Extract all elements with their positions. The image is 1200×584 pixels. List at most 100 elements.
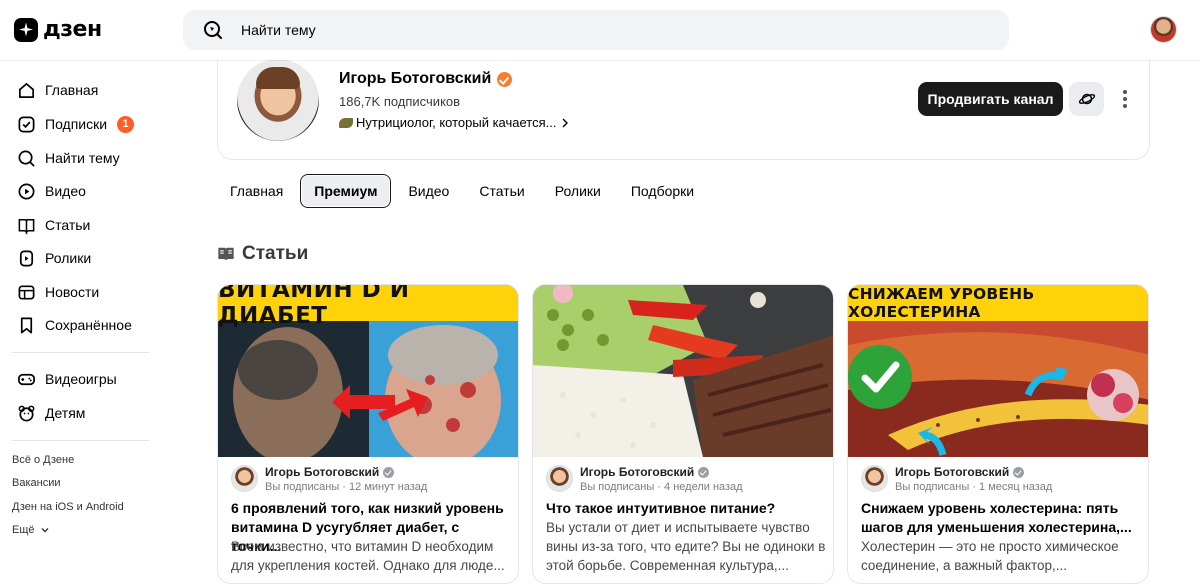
author-avatar xyxy=(861,465,888,492)
tab-articles[interactable]: Статьи xyxy=(466,174,537,208)
sidebar-item-subscriptions[interactable]: Подписки 1 xyxy=(17,112,135,136)
article-meta: Вы подписаны · 1 месяц назад xyxy=(895,481,1053,493)
sidebar-item-saved[interactable]: Сохранённое xyxy=(17,313,132,337)
footer-more-label: Ещё xyxy=(12,524,35,536)
sidebar-item-label: Видео xyxy=(45,183,86,199)
search-input[interactable]: Найти тему xyxy=(183,10,1009,50)
sidebar-item-label: Сохранённое xyxy=(45,317,132,333)
channel-tabs: Главная Премиум Видео Статьи Ролики Подб… xyxy=(217,174,711,208)
footer-link-about[interactable]: Всё о Дзене xyxy=(12,454,74,466)
author-name: Игорь Ботоговский xyxy=(265,465,427,479)
verified-icon xyxy=(497,71,513,87)
logo-text: дзен xyxy=(43,17,102,42)
user-avatar[interactable] xyxy=(1150,16,1177,43)
footer-link-jobs[interactable]: Вакансии xyxy=(12,477,61,489)
sidebar-item-video[interactable]: Видео xyxy=(17,179,86,203)
chevron-down-icon xyxy=(41,528,49,533)
article-snippet: Вы устали от диет и испытываете чувство … xyxy=(546,520,826,573)
dot-icon xyxy=(1123,104,1127,108)
article-thumbnail: СНИЖАЕМ УРОВЕНЬ ХОЛЕСТЕРИНА xyxy=(848,285,1148,457)
top-bar: дзен Найти тему xyxy=(0,0,1200,60)
sidebar-item-shorts[interactable]: Ролики xyxy=(17,246,91,270)
section-title: Статьи xyxy=(217,243,308,265)
promote-channel-button[interactable]: Продвигать канал xyxy=(918,82,1063,116)
channel-description[interactable]: Нутрициолог, который качается... xyxy=(339,115,570,130)
channel-name[interactable]: Игорь Ботоговский xyxy=(339,70,513,88)
author-row[interactable]: Игорь Ботоговский Вы подписаны · 1 месяц… xyxy=(861,465,1052,493)
sidebar: Главная Подписки 1 Найти тему Видео Стат… xyxy=(0,60,165,578)
news-icon xyxy=(18,284,35,300)
tab-premium[interactable]: Премиум xyxy=(300,174,392,208)
channel-avatar[interactable] xyxy=(237,59,319,141)
channel-description-text: Нутрициолог, который качается... xyxy=(356,115,557,130)
verified-icon xyxy=(698,466,710,478)
channel-subscribers: 186,7K подписчиков xyxy=(339,94,461,109)
sidebar-item-label: Видеоигры xyxy=(45,371,117,387)
more-options-button[interactable] xyxy=(1116,88,1134,110)
dot-icon xyxy=(1123,97,1127,101)
article-title[interactable]: Что такое интуитивное питание? xyxy=(546,499,826,518)
food-plate-image xyxy=(533,285,833,457)
article-thumbnail xyxy=(533,285,833,457)
dzen-logo-icon xyxy=(14,17,38,42)
kids-icon xyxy=(18,405,35,421)
sidebar-item-label: Новости xyxy=(45,284,100,300)
channel-name-text: Игорь Ботоговский xyxy=(339,70,492,87)
articles-icon xyxy=(218,247,234,261)
tab-home[interactable]: Главная xyxy=(217,174,296,208)
author-row[interactable]: Игорь Ботоговский Вы подписаны · 12 мину… xyxy=(231,465,427,493)
search-icon xyxy=(204,21,222,39)
notification-badge: 1 xyxy=(117,115,135,133)
sidebar-divider xyxy=(12,440,149,441)
sidebar-item-label: Найти тему xyxy=(45,150,120,166)
author-name: Игорь Ботоговский xyxy=(580,465,743,479)
sidebar-item-find-topic[interactable]: Найти тему xyxy=(17,146,120,170)
article-card[interactable]: Игорь Ботоговский Вы подписаны · 4 недел… xyxy=(532,284,834,584)
author-avatar xyxy=(546,465,573,492)
subscriptions-icon xyxy=(18,116,35,132)
author-name: Игорь Ботоговский xyxy=(895,465,1052,479)
sidebar-item-kids[interactable]: Детям xyxy=(17,401,85,425)
thumbnail-caption: ВИТАМИН D И ДИАБЕТ xyxy=(218,285,518,329)
author-avatar xyxy=(231,465,258,492)
article-snippet: Всем известно, что витамин D необходим д… xyxy=(231,539,505,573)
dot-icon xyxy=(1123,90,1127,94)
tab-video[interactable]: Видео xyxy=(395,174,462,208)
sidebar-divider xyxy=(12,352,149,353)
articles-icon xyxy=(18,218,35,235)
footer-more-button[interactable]: Ещё xyxy=(12,524,50,536)
sidebar-item-label: Ролики xyxy=(45,250,92,266)
author-row[interactable]: Игорь Ботоговский Вы подписаны · 4 недел… xyxy=(546,465,743,493)
article-card[interactable]: СНИЖАЕМ УРОВЕНЬ ХОЛЕСТЕРИНА Игорь Ботого… xyxy=(847,284,1149,584)
chevron-right-icon xyxy=(562,118,568,127)
article-thumbnail: ВИТАМИН D И ДИАБЕТ xyxy=(218,285,518,457)
dzen-logo[interactable]: дзен xyxy=(14,17,102,42)
footer-link-apps[interactable]: Дзен на iOS и Android xyxy=(12,501,124,513)
planet-button[interactable] xyxy=(1069,82,1104,116)
sidebar-item-home[interactable]: Главная xyxy=(17,78,98,102)
leaf-emoji-icon xyxy=(339,117,353,128)
sidebar-item-articles[interactable]: Статьи xyxy=(17,213,90,237)
sidebar-item-label: Статьи xyxy=(45,217,91,233)
article-meta: Вы подписаны · 4 недели назад xyxy=(580,481,743,493)
search-placeholder: Найти тему xyxy=(241,22,316,38)
verified-icon xyxy=(383,466,395,478)
sidebar-item-news[interactable]: Новости xyxy=(17,280,99,304)
verified-icon xyxy=(1013,466,1025,478)
home-icon xyxy=(18,82,35,98)
article-card[interactable]: ВИТАМИН D И ДИАБЕТ Игорь Ботоговский Вы … xyxy=(217,284,519,584)
author-name-text: Игорь Ботоговский xyxy=(265,465,380,479)
sidebar-item-videogames[interactable]: Видеоигры xyxy=(17,367,117,391)
tab-collections[interactable]: Подборки xyxy=(618,174,707,208)
article-snippet: Холестерин — это не просто химическое со… xyxy=(861,539,1119,573)
planet-icon xyxy=(1078,93,1095,105)
search-icon xyxy=(18,150,35,166)
article-title[interactable]: Снижаем уровень холестерина: пять шагов … xyxy=(861,499,1141,537)
gamepad-icon xyxy=(18,373,35,385)
bookmark-icon xyxy=(20,317,33,333)
video-icon xyxy=(18,183,35,199)
article-meta: Вы подписаны · 12 минут назад xyxy=(265,481,428,493)
shorts-icon xyxy=(19,250,34,266)
tab-shorts[interactable]: Ролики xyxy=(542,174,614,208)
author-name-text: Игорь Ботоговский xyxy=(895,465,1010,479)
